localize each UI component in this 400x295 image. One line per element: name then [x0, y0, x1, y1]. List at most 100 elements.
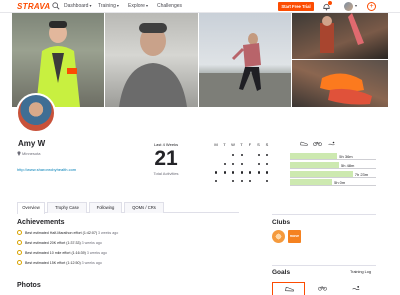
- activity-day-dot: [257, 162, 260, 165]
- profile-photo-2[interactable]: [105, 13, 198, 107]
- tab-overview[interactable]: Overview: [17, 202, 45, 214]
- profile-avatar[interactable]: [16, 93, 56, 133]
- top-navigation-bar: STRAVA Dashboard▾ Training▾ Explore▾ Cha…: [0, 0, 400, 13]
- winter-runner-photo-image: [320, 13, 364, 53]
- profile-location: Minnesota: [22, 151, 41, 156]
- activity-day-dot: [223, 171, 226, 174]
- running-shoe-icon[interactable]: [300, 141, 308, 146]
- achievement-medal-icon: [17, 250, 22, 255]
- nav-challenges-label: Challenges: [157, 3, 183, 9]
- nav-explore[interactable]: Explore▾: [128, 3, 148, 9]
- calendar-day-header: T: [223, 142, 226, 147]
- week-hours-bar[interactable]: [290, 170, 353, 177]
- club-avatar[interactable]: [272, 230, 285, 243]
- nav-challenges[interactable]: Challenges: [157, 3, 182, 9]
- week-baseline: [290, 159, 376, 160]
- activity-day-dot: [240, 180, 243, 183]
- profile-name: Amy W: [18, 139, 46, 148]
- running-shoe-icon: [285, 286, 294, 292]
- goals-title: Goals: [272, 269, 291, 276]
- achievement-time: 3 weeks ago: [86, 251, 108, 255]
- week-hours-label: 7h 23m: [354, 171, 369, 177]
- achievements-title: Achievements: [17, 219, 65, 226]
- week-hours-bar[interactable]: [290, 161, 340, 168]
- runner-photo-image: [36, 21, 80, 107]
- bike-icon[interactable]: [313, 141, 322, 146]
- clubs-divider: [272, 214, 376, 215]
- goals-divider: [272, 265, 376, 266]
- training-log-link[interactable]: Training Log: [350, 270, 371, 274]
- achievement-time: 3 weeks ago: [98, 231, 119, 235]
- activity-day-dot: [232, 180, 235, 183]
- achievement-text: Best estimated 10 mile effort (1:16:39): [25, 251, 86, 255]
- goal-tab-ride[interactable]: [306, 282, 339, 295]
- achievement-medal-icon: [17, 230, 22, 235]
- week-hours-label: 5h 36m: [339, 154, 353, 159]
- achievement-medal-icon: [17, 240, 22, 245]
- calendar-day-header: S: [257, 142, 260, 147]
- nav-dashboard-label: Dashboard: [64, 3, 89, 9]
- user-avatar[interactable]: [344, 2, 353, 11]
- search-icon[interactable]: [52, 2, 60, 10]
- chevron-down-icon: ▾: [145, 3, 148, 8]
- activity-day-dot: [249, 171, 252, 174]
- activities-count: 21: [154, 147, 178, 170]
- calendar-day-header: F: [248, 142, 252, 147]
- goal-tab-run[interactable]: [272, 282, 305, 295]
- activity-day-dot: [232, 162, 235, 165]
- profile-photo-3[interactable]: [199, 13, 291, 107]
- profile-photo-5[interactable]: [292, 60, 388, 107]
- tab-trophy-case[interactable]: Trophy Case: [47, 202, 87, 213]
- calendar-day-header: T: [240, 142, 243, 147]
- week-baseline: [290, 185, 376, 187]
- add-icon[interactable]: +: [367, 2, 376, 11]
- tab-qoms-crs[interactable]: QOMs / CRs: [124, 202, 164, 213]
- activity-day-dot: [266, 162, 269, 165]
- start-free-trial-button[interactable]: Start Free Trial: [278, 2, 314, 11]
- club-avatar[interactable]: move: [288, 230, 301, 243]
- activity-day-dot: [240, 162, 243, 165]
- strava-logo[interactable]: STRAVA: [17, 2, 51, 11]
- nav-explore-label: Explore: [128, 3, 145, 9]
- activity-day-dot: [266, 171, 269, 174]
- achievement-text: Best estimated 15K effort (1:12:50): [25, 261, 81, 265]
- activity-day-dot: [249, 180, 252, 183]
- activity-day-dot: [257, 171, 260, 174]
- activity-day-dot: [240, 171, 243, 174]
- activity-day-dot: [215, 171, 218, 174]
- activity-day-dot: [240, 154, 243, 157]
- achievement-time: 3 weeks ago: [81, 241, 102, 245]
- activities-count-label: Total Activities: [153, 171, 179, 176]
- profile-photo-4[interactable]: [292, 13, 388, 59]
- calendar-day-header: S: [265, 142, 269, 147]
- notification-badge: [328, 1, 332, 5]
- week-hours-label: 5h 48m: [341, 162, 355, 168]
- bike-icon: [318, 286, 327, 291]
- achievement-text: Best estimated 20K effort (1:37:33): [25, 241, 81, 245]
- running-road-photo-image: [199, 33, 291, 107]
- clubs-title: Clubs: [272, 219, 291, 226]
- chevron-down-icon[interactable]: ▾: [355, 3, 357, 8]
- chevron-down-icon: ▾: [89, 3, 92, 8]
- photos-title: Photos: [17, 282, 41, 289]
- profile-website-link[interactable]: http://www.sharonrobyhealth.com: [17, 167, 76, 172]
- activity-day-dot: [266, 154, 269, 157]
- week-hours-bar[interactable]: [290, 179, 333, 186]
- swim-icon: [352, 285, 360, 290]
- week-baseline: [290, 167, 376, 169]
- week-baseline: [290, 176, 376, 178]
- nav-training-label: Training: [98, 3, 116, 9]
- activity-day-dot: [257, 154, 260, 157]
- nav-dashboard[interactable]: Dashboard▾: [64, 3, 91, 9]
- chevron-down-icon: ▾: [116, 3, 119, 8]
- swim-icon[interactable]: [328, 141, 336, 146]
- week-hours-bar[interactable]: [290, 153, 338, 159]
- activity-day-dot: [232, 154, 235, 157]
- achievement-time: 3 weeks ago: [81, 261, 102, 265]
- nav-training[interactable]: Training▾: [98, 3, 119, 9]
- week-hours-label: 5h 0m: [334, 180, 346, 186]
- goal-tab-swim[interactable]: [340, 282, 373, 295]
- tab-following[interactable]: Following: [89, 202, 122, 213]
- profile-photo-1[interactable]: [12, 13, 104, 107]
- profile-tabs: Overview Trophy Case Following QOMs / CR…: [17, 202, 239, 214]
